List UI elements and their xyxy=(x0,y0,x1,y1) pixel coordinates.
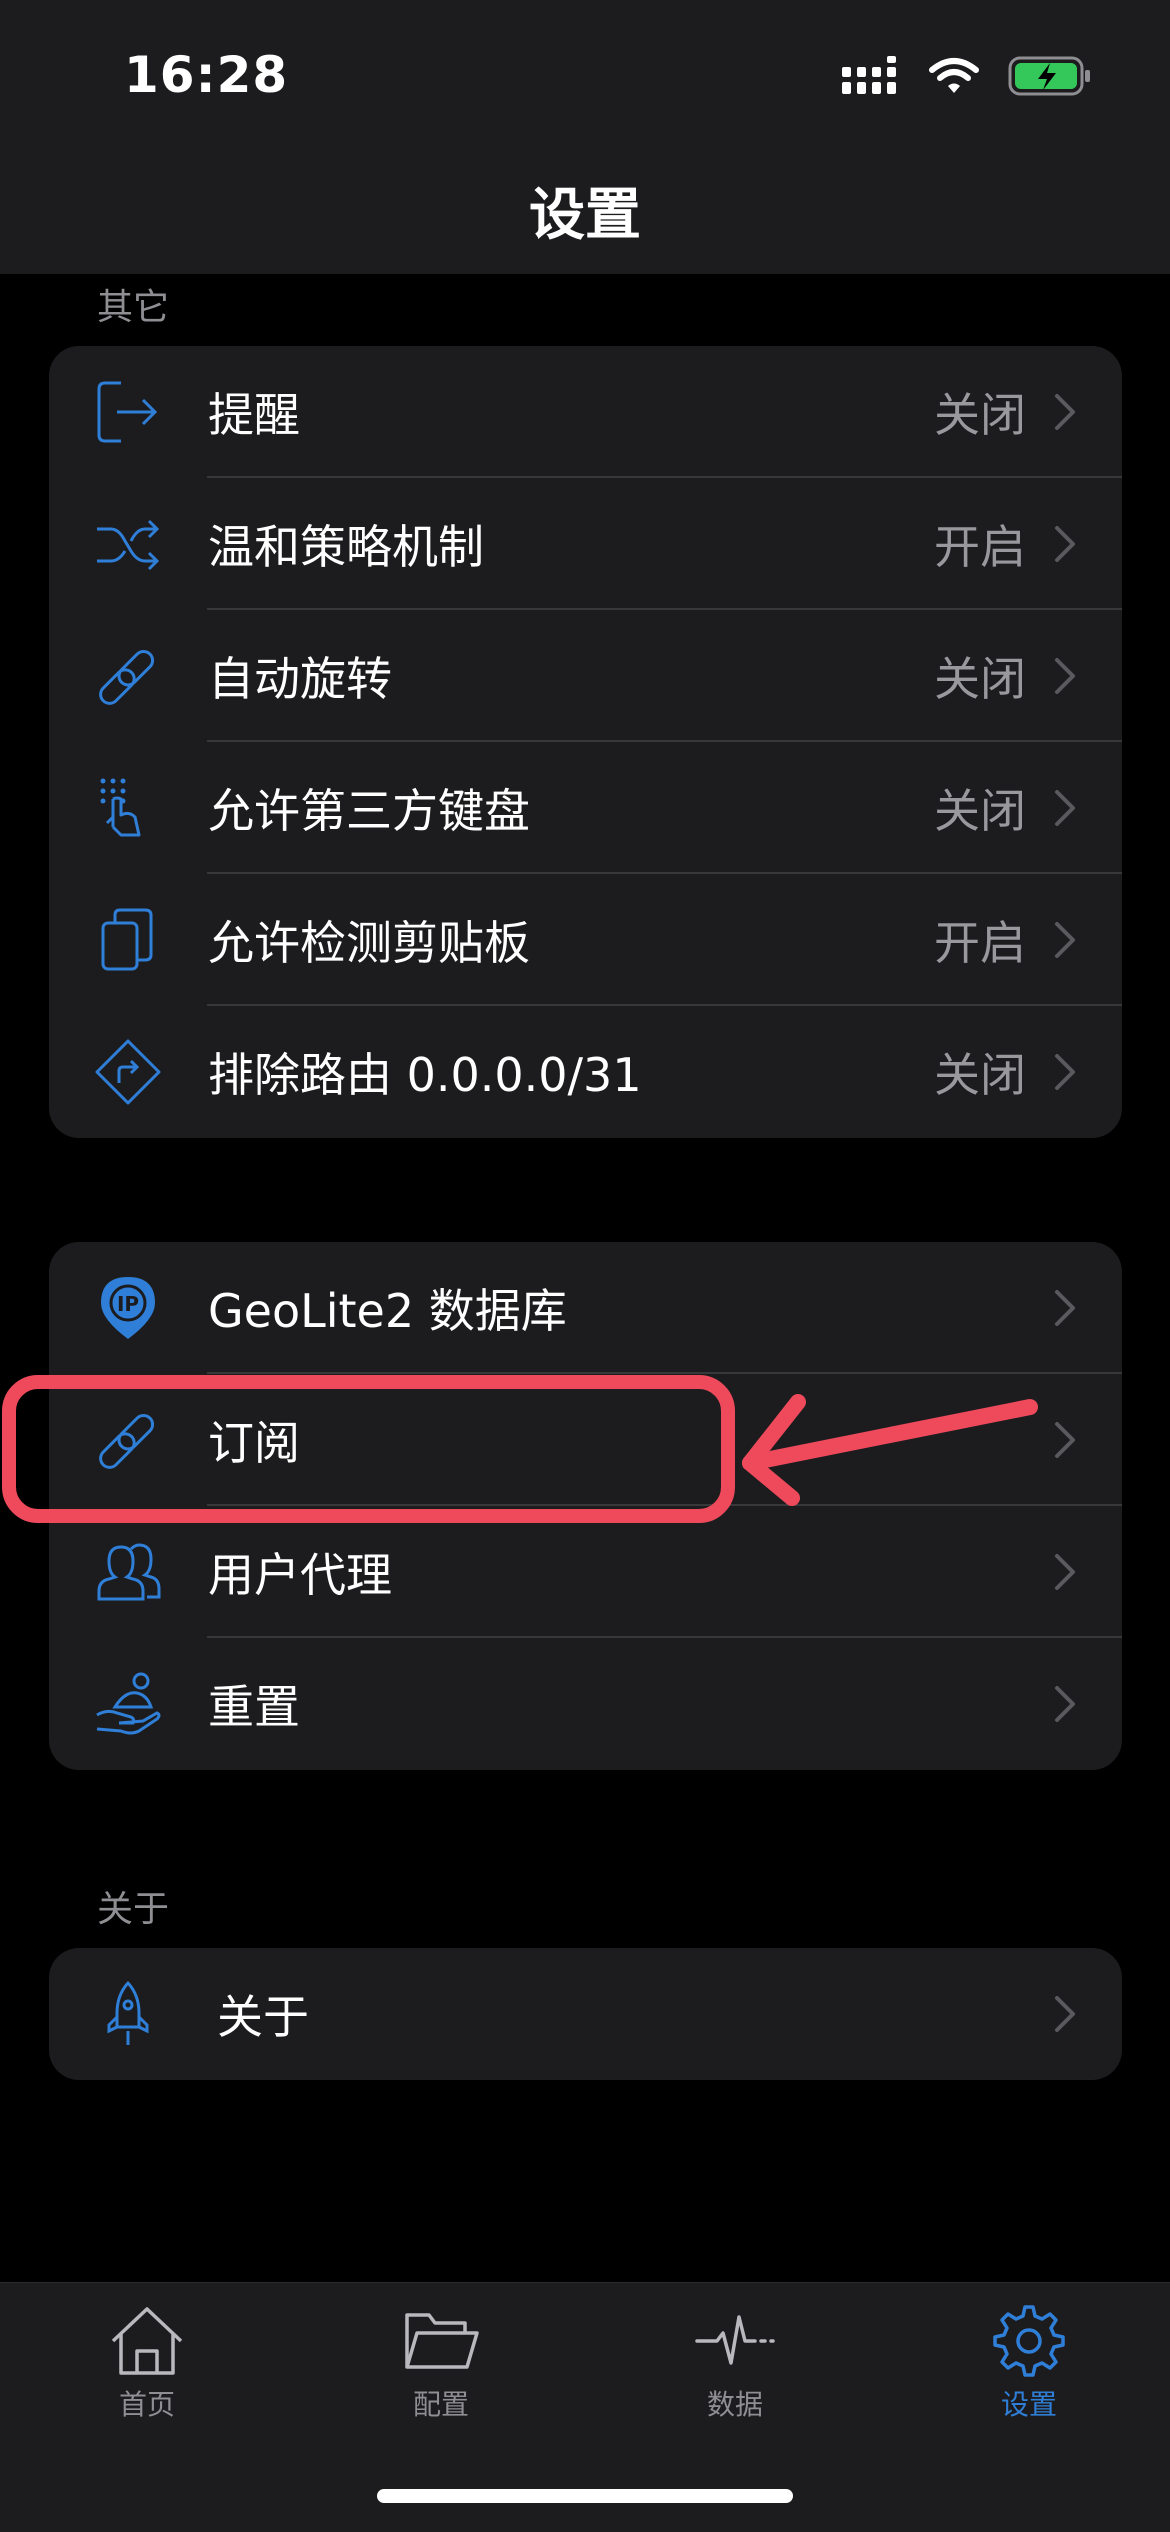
tab-label: 设置 xyxy=(1000,2388,1057,2421)
row-value: 关闭 xyxy=(934,1048,1026,1102)
row-reset[interactable]: 重置 xyxy=(49,1638,1122,1770)
row-user-agent[interactable]: 用户代理 xyxy=(49,1506,1122,1638)
row-value: 开启 xyxy=(934,916,1026,970)
link-icon xyxy=(95,643,161,709)
home-indicator xyxy=(377,2489,793,2503)
copy-icon xyxy=(95,907,161,973)
tab-config[interactable]: 配置 xyxy=(361,2305,521,2423)
row-value: 关闭 xyxy=(934,388,1026,442)
chevron-right-icon xyxy=(1055,790,1075,826)
group-other: 提醒 关闭 温和策略机制 开启 自动旋转 关闭 允许第三方键盘 关闭 允许检测剪… xyxy=(49,346,1122,1138)
folder-icon xyxy=(405,2313,479,2369)
row-exclude-route[interactable]: 排除路由 0.0.0.0/31 关闭 xyxy=(49,1006,1122,1138)
row-subscription[interactable]: 订阅 xyxy=(49,1374,1122,1506)
group-about: 关于 xyxy=(49,1948,1122,2080)
chevron-right-icon xyxy=(1055,1422,1075,1458)
route-icon xyxy=(95,1039,161,1105)
chevron-right-icon xyxy=(1055,1554,1075,1590)
wifi-icon xyxy=(929,58,979,93)
users-icon xyxy=(95,1539,161,1605)
chevron-right-icon xyxy=(1055,658,1075,694)
top-bar: 16:28 设置 xyxy=(0,0,1170,274)
chevron-right-icon xyxy=(1055,526,1075,562)
tab-label: 数据 xyxy=(706,2388,763,2421)
ip-location-icon: IP xyxy=(95,1275,161,1341)
link-icon xyxy=(95,1407,161,1473)
tab-data[interactable]: 数据 xyxy=(655,2305,815,2423)
row-geolite2[interactable]: IP GeoLite2 数据库 xyxy=(49,1242,1122,1374)
group-data: IP GeoLite2 数据库 订阅 用户代理 重置 xyxy=(49,1242,1122,1770)
chevron-right-icon xyxy=(1055,1290,1075,1326)
chevron-right-icon xyxy=(1055,1996,1075,2032)
row-label: 提醒 xyxy=(208,388,300,442)
tab-home[interactable]: 首页 xyxy=(67,2305,227,2423)
section-header-other: 其它 xyxy=(97,287,170,328)
section-header-about: 关于 xyxy=(97,1889,170,1930)
row-label: 自动旋转 xyxy=(208,652,392,706)
row-value: 关闭 xyxy=(934,784,1026,838)
row-gentle-policy[interactable]: 温和策略机制 开启 xyxy=(49,478,1122,610)
row-label: 重置 xyxy=(208,1680,300,1734)
chevron-right-icon xyxy=(1055,922,1075,958)
tap-gesture-icon xyxy=(95,775,161,841)
row-third-party-keyboard[interactable]: 允许第三方键盘 关闭 xyxy=(49,742,1122,874)
row-label: 温和策略机制 xyxy=(208,520,484,574)
activity-icon xyxy=(695,2315,775,2365)
row-about[interactable]: 关于 xyxy=(49,1948,1122,2080)
row-label: 允许检测剪贴板 xyxy=(208,916,530,970)
row-label: 允许第三方键盘 xyxy=(208,784,530,838)
settings-screen: 16:28 设置 其它 提醒 关闭 温和策略机制 开启 自动旋转 关闭 允许第三… xyxy=(0,0,1170,2532)
rocket-icon xyxy=(95,1981,161,2047)
home-icon xyxy=(111,2307,183,2375)
row-value: 关闭 xyxy=(934,652,1026,706)
status-time: 16:28 xyxy=(124,46,289,104)
status-icons xyxy=(840,52,1092,100)
chevron-right-icon xyxy=(1055,1054,1075,1090)
row-value: 开启 xyxy=(934,520,1026,574)
svg-text:IP: IP xyxy=(117,1292,139,1316)
chevron-right-icon xyxy=(1055,394,1075,430)
tab-label: 配置 xyxy=(412,2388,469,2421)
row-clipboard-detection[interactable]: 允许检测剪贴板 开启 xyxy=(49,874,1122,1006)
hand-person-icon xyxy=(95,1671,161,1737)
row-reminder[interactable]: 提醒 关闭 xyxy=(49,346,1122,478)
gear-icon xyxy=(993,2305,1065,2377)
tab-settings[interactable]: 设置 xyxy=(949,2305,1109,2423)
page-title: 设置 xyxy=(529,183,641,248)
battery-charging-icon xyxy=(1008,56,1090,96)
row-label: 关于 xyxy=(217,1990,309,2044)
row-label: 订阅 xyxy=(208,1416,300,1470)
chevron-right-icon xyxy=(1055,1686,1075,1722)
row-auto-rotate[interactable]: 自动旋转 关闭 xyxy=(49,610,1122,742)
row-label: GeoLite2 数据库 xyxy=(208,1284,567,1338)
tab-bar: 首页 配置 数据 设置 xyxy=(0,2282,1170,2532)
shuffle-icon xyxy=(95,511,161,577)
row-label: 排除路由 0.0.0.0/31 xyxy=(208,1048,642,1102)
exit-icon xyxy=(95,379,161,445)
tab-label: 首页 xyxy=(118,2388,175,2421)
row-label: 用户代理 xyxy=(208,1548,392,1602)
cellular-signal-icon xyxy=(842,56,896,94)
